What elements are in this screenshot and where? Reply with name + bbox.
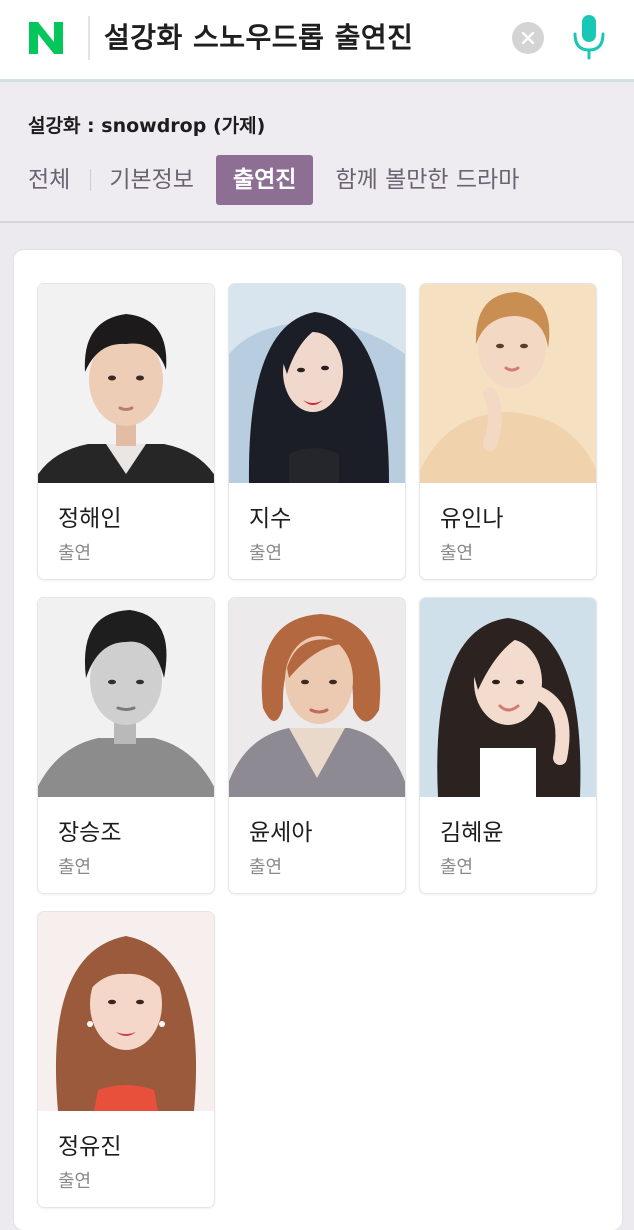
cast-item[interactable]: 윤세아 출연 <box>228 597 406 894</box>
drama-info-panel: 설강화 : snowdrop (가제) 전체 기본정보 출연진 함께 볼만한 드… <box>0 85 634 223</box>
cast-item[interactable]: 김혜윤 출연 <box>419 597 597 894</box>
cast-name[interactable]: 유인나 <box>440 499 503 533</box>
cast-name[interactable]: 장승조 <box>58 813 121 847</box>
search-header: 설강화 스노우드롭 출연진 <box>0 0 634 82</box>
clear-search-button[interactable] <box>512 22 544 54</box>
cast-role: 출연 <box>58 857 92 878</box>
naver-logo[interactable] <box>26 20 66 56</box>
cast-role: 출연 <box>58 543 92 564</box>
actor-photo <box>38 912 214 1111</box>
tab-cast[interactable]: 출연진 <box>215 155 314 205</box>
cast-item[interactable]: 지수 출연 <box>228 283 406 580</box>
search-input[interactable]: 설강화 스노우드롭 출연진 <box>88 16 413 60</box>
tab-related-dramas[interactable]: 함께 볼만한 드라마 <box>335 155 519 205</box>
cast-role: 출연 <box>58 1171 92 1192</box>
microphone-icon <box>573 15 605 60</box>
tab-bar: 전체 기본정보 출연진 함께 볼만한 드라마 <box>28 155 519 205</box>
cast-item[interactable]: 장승조 출연 <box>37 597 215 894</box>
cast-role: 출연 <box>440 857 474 878</box>
voice-search-button[interactable] <box>568 12 610 62</box>
cast-name[interactable]: 정해인 <box>58 499 121 533</box>
cast-name[interactable]: 김혜윤 <box>440 813 503 847</box>
cast-item[interactable]: 정해인 출연 <box>37 283 215 580</box>
cast-role: 출연 <box>249 857 283 878</box>
actor-photo <box>38 284 214 483</box>
tab-divider <box>90 169 92 191</box>
cast-name[interactable]: 윤세아 <box>249 813 312 847</box>
cast-item[interactable]: 정유진 출연 <box>37 911 215 1208</box>
tab-basic-info[interactable]: 기본정보 <box>109 155 194 205</box>
cast-role: 출연 <box>440 543 474 564</box>
actor-photo <box>420 284 596 483</box>
cast-name[interactable]: 지수 <box>249 499 291 533</box>
drama-title[interactable]: 설강화 : snowdrop (가제) <box>28 111 265 138</box>
actor-photo <box>229 284 405 483</box>
close-icon <box>521 31 535 45</box>
actor-photo <box>229 598 405 797</box>
tab-all[interactable]: 전체 <box>28 155 70 205</box>
actor-photo <box>420 598 596 797</box>
cast-item[interactable]: 유인나 출연 <box>419 283 597 580</box>
cast-role: 출연 <box>249 543 283 564</box>
actor-photo <box>38 598 214 797</box>
cast-name[interactable]: 정유진 <box>58 1127 121 1161</box>
cast-list: 정해인 출연 지수 출연 유인나 출연 장승조 출연 윤세아 출연 김혜윤 출연… <box>14 250 622 1230</box>
